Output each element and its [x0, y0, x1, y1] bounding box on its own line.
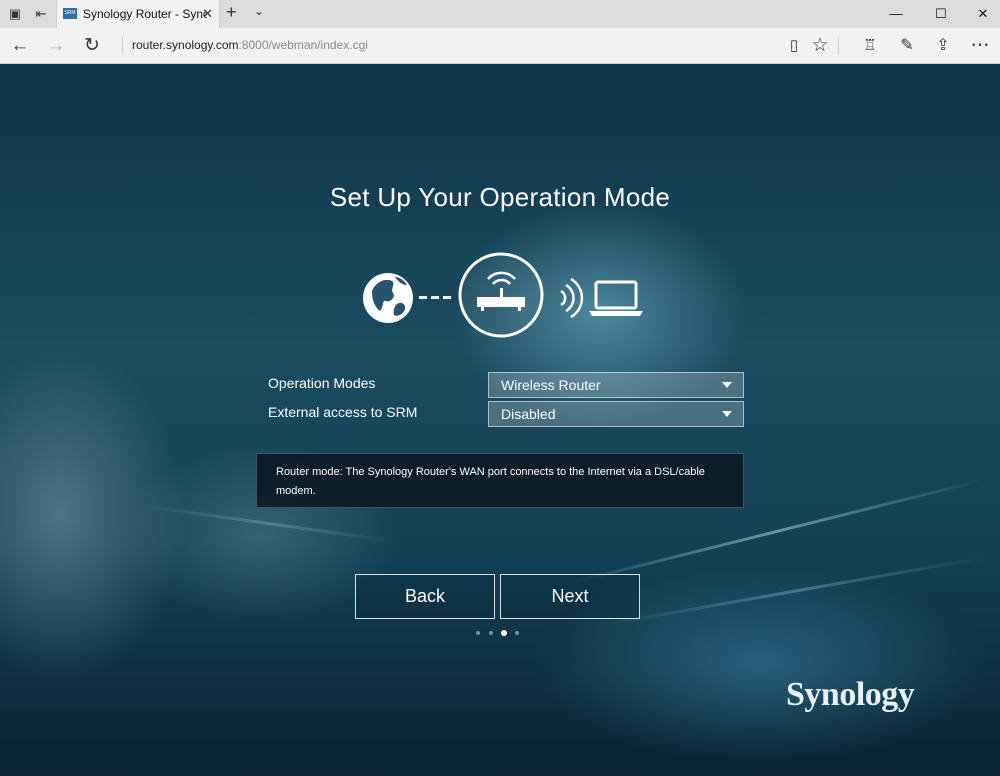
network-diagram [363, 252, 643, 338]
browser-tab[interactable]: SRM Synology Router - Syno ✕ [56, 0, 220, 28]
external-access-value: Disabled [501, 406, 556, 422]
background-light-streak [139, 504, 398, 544]
close-window-icon[interactable]: ✕ [975, 6, 991, 22]
set-aside-tabs-icon[interactable]: ⇤ [30, 4, 52, 24]
synology-logo: Synology [786, 676, 915, 713]
more-icon[interactable]: ⋯ [968, 34, 992, 58]
minimize-icon[interactable]: — [888, 6, 904, 21]
laptop-icon [589, 280, 643, 316]
address-divider [122, 37, 123, 55]
browser-tab-bar: ▣ ⇤ SRM Synology Router - Syno ✕ + ⌄ — ☐… [0, 0, 1000, 28]
router-icon [458, 252, 544, 338]
tab-favicon-icon: SRM [63, 8, 77, 19]
browser-nav-bar: ← → ↻ router.synology.com:8000/webman/in… [0, 28, 1000, 64]
operation-modes-value: Wireless Router [501, 377, 601, 393]
step-indicator-dot-active [501, 630, 507, 636]
background-light-streak [599, 554, 995, 627]
hub-icon[interactable]: ♖ [858, 34, 882, 58]
mode-description: Router mode: The Synology Router's WAN p… [256, 453, 744, 508]
back-arrow-icon[interactable]: ← [8, 34, 32, 58]
step-indicator-dot [489, 631, 493, 635]
toolbar-divider [838, 37, 839, 55]
maximize-icon[interactable]: ☐ [933, 6, 949, 22]
external-access-label: External access to SRM [268, 404, 418, 420]
operation-modes-select[interactable]: Wireless Router [488, 372, 744, 398]
globe-icon [363, 273, 413, 323]
reading-view-icon[interactable]: ▯ [782, 34, 806, 58]
dropdown-caret-icon [722, 382, 732, 388]
tab-close-icon[interactable]: ✕ [202, 6, 213, 22]
address-bar[interactable]: router.synology.com:8000/webman/index.cg… [132, 38, 368, 52]
tab-manager-icon[interactable]: ▣ [4, 4, 26, 24]
tab-list-chevron-icon[interactable]: ⌄ [254, 4, 264, 18]
favorite-star-icon[interactable]: ☆ [808, 34, 832, 58]
back-button[interactable]: Back [355, 574, 495, 619]
next-button[interactable]: Next [500, 574, 640, 619]
wifi-signal-icon [560, 277, 584, 319]
dropdown-caret-icon [722, 411, 732, 417]
url-path: :8000/webman/index.cgi [238, 38, 368, 52]
refresh-icon[interactable]: ↻ [80, 34, 104, 58]
step-indicator-dot [515, 631, 519, 635]
setup-page: Set Up Your Operation Mode Operation Mod… [0, 64, 1000, 776]
web-note-icon[interactable]: ✎ [895, 34, 919, 58]
share-icon[interactable]: ⇪ [931, 34, 955, 58]
url-host: router.synology.com [132, 38, 239, 52]
page-title: Set Up Your Operation Mode [329, 182, 671, 212]
external-access-select[interactable]: Disabled [488, 401, 744, 427]
new-tab-icon[interactable]: + [226, 2, 237, 23]
forward-arrow-icon[interactable]: → [44, 34, 68, 58]
operation-modes-label: Operation Modes [268, 375, 376, 391]
tab-title: Synology Router - Syno [83, 7, 207, 21]
connection-dashes [419, 296, 451, 299]
step-indicator-dot [476, 631, 480, 635]
